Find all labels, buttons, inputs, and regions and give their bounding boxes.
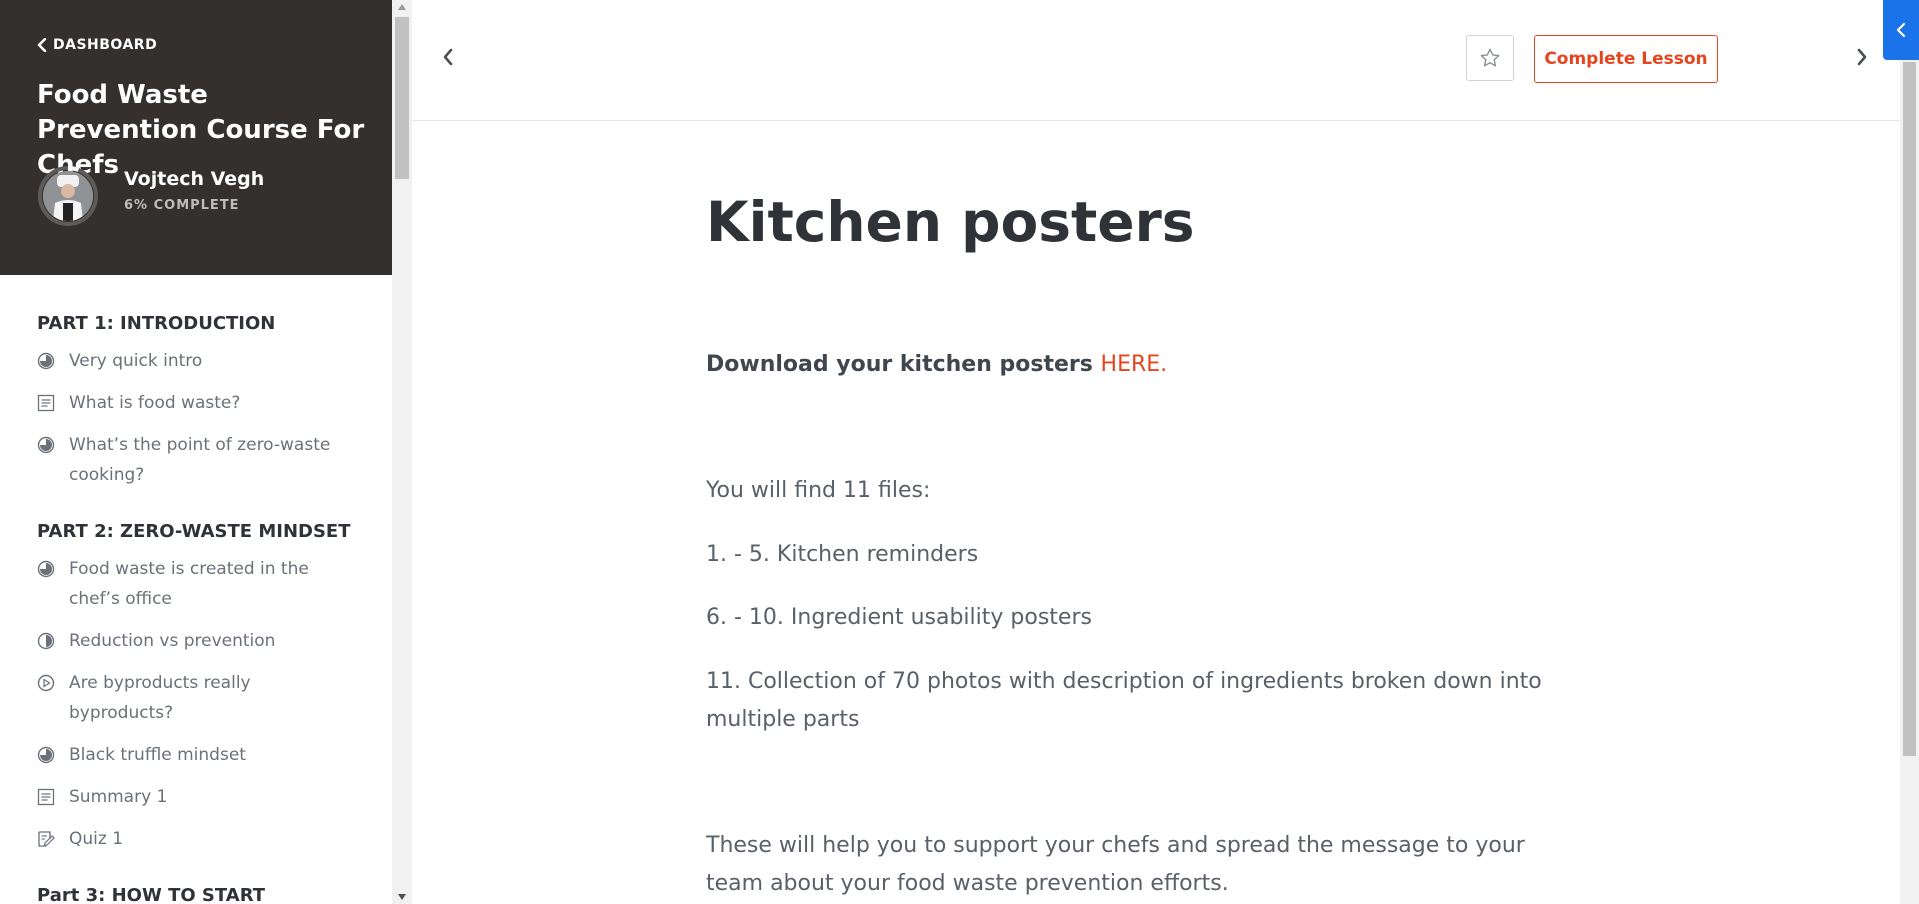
section-title: PART 2: ZERO-WASTE MINDSET <box>37 521 351 542</box>
lesson-topbar: Complete Lesson <box>412 0 1900 121</box>
chevron-left-icon <box>37 38 47 52</box>
section: PART 2: ZERO-WASTE MINDSET Food waste is… <box>37 520 357 854</box>
progress-circle-icon <box>37 560 55 578</box>
course-progress-text: 6% COMPLETE <box>124 198 240 213</box>
star-icon <box>1480 48 1500 67</box>
lesson-label: Reduction vs prevention <box>69 631 276 651</box>
progress-avatar <box>37 165 99 227</box>
main-scrollbar[interactable] <box>1900 60 1919 904</box>
lesson-label: Black truffle mindset <box>69 745 246 765</box>
section: PART 1: INTRODUCTION Very quick intro Wh… <box>37 312 357 490</box>
course-sidebar: DASHBOARD Food Waste Prevention Course F… <box>0 0 392 904</box>
lesson-label: Very quick intro <box>69 351 203 371</box>
scrollbar-thumb[interactable] <box>395 17 409 179</box>
section-title: PART 1: INTRODUCTION <box>37 313 276 334</box>
lesson-item[interactable]: Reduction vs prevention <box>37 626 357 656</box>
scrollbar-thumb[interactable] <box>1903 62 1916 756</box>
text-document-icon <box>37 788 55 806</box>
lesson-item[interactable]: Are byproducts really byproducts? <box>37 668 357 728</box>
lesson-label: Summary 1 <box>69 787 168 807</box>
lesson-label: What’s the point of zero-waste cooking? <box>69 435 331 485</box>
course-outline: PART 1: INTRODUCTION Very quick intro Wh… <box>37 312 357 904</box>
lesson-item[interactable]: What’s the point of zero-waste cooking? <box>37 430 357 490</box>
lesson-item[interactable]: Food waste is created in the chef’s offi… <box>37 554 357 614</box>
next-lesson-button[interactable] <box>1856 48 1868 70</box>
lesson-item[interactable]: Black truffle mindset <box>37 740 357 770</box>
download-text: Download your kitchen posters <box>706 352 1101 377</box>
file-list-item: 1. - 5. Kitchen reminders <box>706 542 979 567</box>
lesson-title: Kitchen posters <box>706 190 1195 254</box>
lesson-label: What is food waste? <box>69 393 241 413</box>
chevron-right-icon <box>1857 48 1867 66</box>
sidebar-header: DASHBOARD Food Waste Prevention Course F… <box>0 0 392 275</box>
lesson-label: Quiz 1 <box>69 829 124 849</box>
download-paragraph: Download your kitchen posters HERE. <box>706 346 1606 384</box>
progress-circle-icon <box>37 436 55 454</box>
lesson-item[interactable]: Summary 1 <box>37 782 357 812</box>
previous-lesson-button[interactable] <box>442 48 454 70</box>
collapse-panel-tab[interactable] <box>1883 0 1919 60</box>
progress-ring <box>38 166 98 226</box>
scroll-down-arrow-icon[interactable] <box>398 894 406 900</box>
file-list-item: 11. Collection of 70 photos with descrip… <box>706 669 1542 732</box>
dashboard-label: DASHBOARD <box>53 37 158 53</box>
progress-circle-icon <box>37 746 55 764</box>
section-title: Part 3: HOW TO START <box>37 885 266 904</box>
section: Part 3: HOW TO START <box>37 884 357 904</box>
progress-circle-icon <box>37 632 55 650</box>
lesson-item[interactable]: What is food waste? <box>37 388 357 418</box>
scroll-up-arrow-icon[interactable] <box>398 4 406 10</box>
chevron-left-icon <box>1896 22 1906 38</box>
play-circle-icon <box>37 674 55 692</box>
download-period: . <box>1160 352 1168 377</box>
complete-lesson-button[interactable]: Complete Lesson <box>1534 35 1718 83</box>
user-name: Vojtech Vegh <box>124 168 265 190</box>
quiz-icon <box>38 831 55 847</box>
dashboard-back-link[interactable]: DASHBOARD <box>37 37 157 53</box>
files-intro: You will find 11 files: <box>706 478 931 503</box>
lesson-item[interactable]: Very quick intro <box>37 346 357 376</box>
closing-paragraph: These will help you to support your chef… <box>706 833 1525 896</box>
lesson-item[interactable]: Quiz 1 <box>37 824 357 854</box>
file-list-item: 6. - 10. Ingredient usability posters <box>706 605 1092 630</box>
favorite-button[interactable] <box>1466 35 1514 81</box>
lesson-label: Are byproducts really byproducts? <box>69 673 251 723</box>
text-document-icon <box>37 394 55 412</box>
lesson-content: Kitchen posters Download your kitchen po… <box>706 190 1606 903</box>
lesson-label: Food waste is created in the chef’s offi… <box>69 559 309 609</box>
download-link[interactable]: HERE <box>1101 352 1161 377</box>
progress-circle-icon <box>37 352 55 370</box>
sidebar-scrollbar[interactable] <box>392 0 412 904</box>
chevron-left-icon <box>443 48 453 66</box>
